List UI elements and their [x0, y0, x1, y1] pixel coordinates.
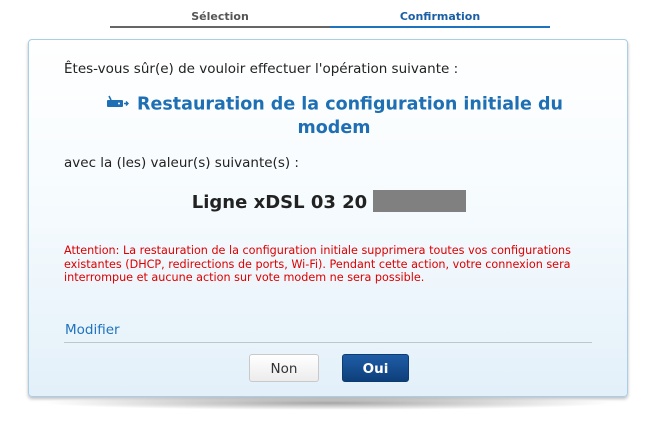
divider: [64, 342, 592, 343]
values-intro: avec la (les) valeur(s) suivante(s) :: [64, 155, 299, 171]
step-confirmation-bar: [330, 26, 550, 28]
dialog-shadow: [40, 396, 616, 410]
step-selection-bar: [110, 26, 330, 28]
no-button[interactable]: Non: [249, 354, 319, 382]
progress-stepper: Sélection Confirmation: [0, 0, 658, 30]
modify-link[interactable]: Modifier: [65, 322, 120, 338]
step-selection: Sélection: [191, 10, 249, 23]
step-confirmation: Confirmation: [399, 10, 481, 23]
yes-button[interactable]: Oui: [342, 354, 409, 382]
modem-reset-icon: [105, 93, 130, 116]
warning-message: Attention: La restauration de la configu…: [64, 244, 571, 284]
line-identifier: Ligne xDSL 03 20: [191, 192, 368, 213]
operation-value: Ligne xDSL 03 20: [29, 190, 629, 213]
operation-title-text: Restauration de la configuration initial…: [137, 94, 563, 138]
confirmation-question: Êtes-vous sûr(e) de vouloir effectuer l'…: [64, 61, 459, 77]
confirmation-dialog: Êtes-vous sûr(e) de vouloir effectuer l'…: [28, 39, 628, 397]
operation-title: Restauration de la configuration initial…: [69, 93, 599, 140]
redacted-block: [373, 190, 467, 212]
